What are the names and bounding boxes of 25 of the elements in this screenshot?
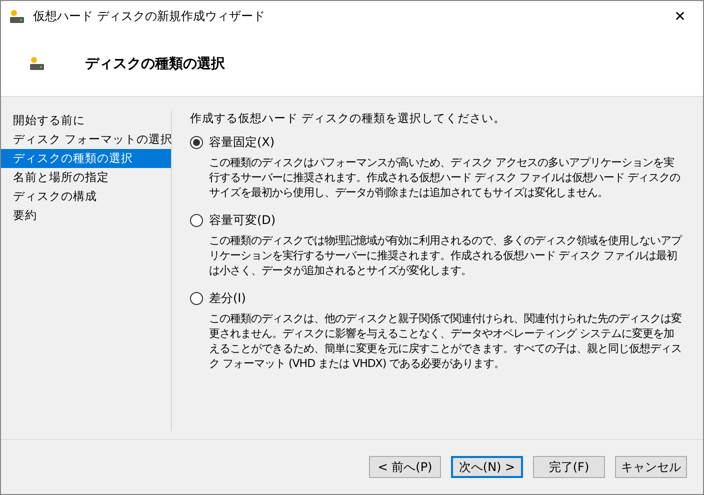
sidebar-item[interactable]: 開始する前に (1, 111, 171, 130)
wizard-button[interactable]: < 前へ(P) (369, 456, 441, 478)
radio-button[interactable] (190, 136, 203, 149)
sidebar-item[interactable]: 要約 (1, 206, 171, 225)
option-description: この種類のディスクは、他のディスクと親子関係で関連付けられ、関連付けられた先のディスクは変更されません。ディスクに影響を与えることなく、データやオペレーティング システムに変更を加えることができるため、簡単に変更を元に戻すことができます。すべての子は、親と同じ仮想ディスク フォーマット (VHD または VHDX) である必要があります。 (209, 311, 682, 371)
wizard-button[interactable]: 完了(F) (533, 456, 605, 478)
option-label[interactable]: 容量可変(D) (209, 212, 276, 229)
sidebar-item[interactable]: ディスクの構成 (1, 187, 171, 206)
option-description: この種類のディスクはパフォーマンスが高いため、ディスク アクセスの多いアプリケーションを実行するサーバーに推奨されます。作成される仮想ハード ディスク ファイルは仮想ハード ディスクのサイズを最初から使用し、データが削除または追加されてもサイズは変化しません。 (209, 155, 681, 200)
hard-drive-icon (9, 8, 25, 24)
radio-button[interactable] (190, 214, 203, 227)
radio-button[interactable] (190, 292, 203, 305)
close-button[interactable]: ✕ (657, 1, 703, 32)
page-heading: ディスクの種類の選択 (85, 55, 225, 73)
option-label[interactable]: 容量固定(X) (209, 134, 275, 151)
hard-drive-icon (29, 56, 45, 72)
option-label[interactable]: 差分(I) (209, 290, 246, 307)
wizard-button[interactable]: キャンセル (615, 456, 687, 478)
option-description: この種類のディスクでは物理記憶域が有効に利用されるので、多くのディスク領域を使用しないアプリケーションを実行するサーバーに推奨されます。作成される仮想ハード ディスク ファイルは最初は小さく、データが追加されるとサイズが変化します。 (209, 233, 683, 278)
sidebar-item[interactable]: ディスクの種類の選択 (1, 149, 171, 168)
window-title: 仮想ハード ディスクの新規作成ウィザード (33, 8, 266, 25)
sidebar-item[interactable]: ディスク フォーマットの選択 (1, 130, 171, 149)
instruction-text: 作成する仮想ハード ディスクの種類を選択してください。 (190, 111, 507, 126)
sidebar-item[interactable]: 名前と場所の指定 (1, 168, 171, 187)
wizard-button[interactable]: 次へ(N) > (451, 456, 523, 478)
